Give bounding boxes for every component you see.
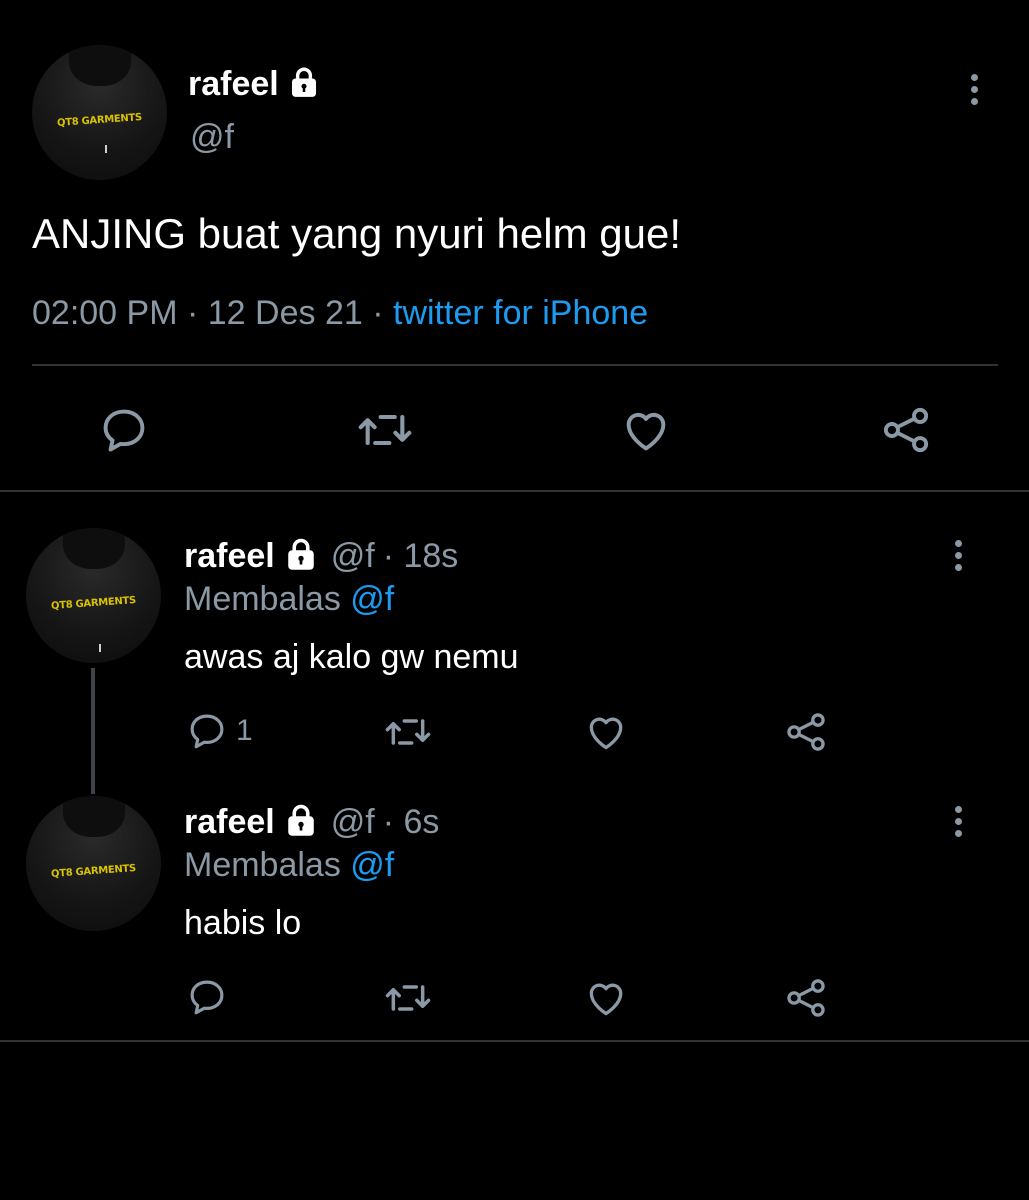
reply-header: rafeel @f · 6s	[184, 800, 439, 844]
reply-display-name[interactable]: rafeel	[184, 537, 275, 576]
replying-label: Membalas	[184, 846, 341, 884]
avatar-shirt-text: QT8 GARMENTS	[50, 595, 137, 613]
reply-icon[interactable]: 1	[186, 710, 253, 752]
tweet-meta: 02:00 PM · 12 Des 21 · twitter for iPhon…	[32, 294, 648, 333]
replying-to: Membalas @f	[184, 846, 394, 885]
retweet-icon[interactable]	[384, 976, 432, 1020]
heart-icon[interactable]	[584, 710, 628, 754]
tweet-date: 12 Des 21	[207, 294, 363, 332]
reply-age: · 18s	[382, 536, 459, 575]
reply-text: awas aj kalo gw nemu	[184, 638, 519, 676]
retweet-icon[interactable]	[356, 404, 414, 456]
author-handle[interactable]: @f	[190, 118, 234, 157]
replying-to-handle[interactable]: @f	[350, 846, 394, 884]
meta-separator: ·	[372, 294, 384, 332]
avatar-shirt-text: QT8 GARMENTS	[50, 863, 137, 881]
retweet-icon[interactable]	[384, 710, 432, 754]
reply-header: rafeel @f · 18s	[184, 534, 458, 578]
reply-handle[interactable]: @f	[331, 537, 375, 576]
author-display-name[interactable]: rafeel	[188, 65, 279, 104]
share-icon[interactable]	[784, 710, 828, 754]
section-divider	[0, 490, 1029, 492]
reply-icon[interactable]	[98, 404, 150, 456]
reply-count: 1	[236, 714, 253, 747]
share-icon[interactable]	[880, 404, 932, 456]
heart-icon[interactable]	[584, 976, 628, 1020]
tweet-time: 02:00 PM	[32, 294, 178, 332]
avatar-shirt-text: QT8 GARMENTS	[56, 112, 143, 130]
replying-label: Membalas	[184, 580, 341, 618]
more-options-icon[interactable]	[954, 806, 962, 842]
meta-separator: ·	[186, 294, 199, 332]
tweet-divider	[32, 364, 998, 366]
more-options-icon[interactable]	[954, 540, 962, 576]
replying-to-handle[interactable]: @f	[350, 580, 394, 618]
reply-age: · 6s	[382, 802, 440, 841]
tweet-text: ANJING buat yang nyuri helm gue!	[32, 210, 681, 257]
thread-line	[91, 668, 95, 794]
author-avatar[interactable]: QT8 GARMENTS	[32, 45, 167, 180]
lock-icon	[283, 802, 319, 843]
tweet-client-link[interactable]: twitter for iPhone	[393, 294, 648, 332]
reply-icon[interactable]	[186, 976, 228, 1018]
heart-icon[interactable]	[620, 404, 672, 456]
lock-icon	[287, 65, 321, 104]
reply-avatar[interactable]: QT8 GARMENTS	[26, 796, 161, 931]
section-divider	[0, 1040, 1029, 1042]
more-options-icon[interactable]	[970, 74, 978, 110]
reply-text: habis lo	[184, 904, 302, 942]
replying-to: Membalas @f	[184, 580, 394, 619]
lock-icon	[283, 536, 319, 577]
share-icon[interactable]	[784, 976, 828, 1020]
reply-display-name[interactable]: rafeel	[184, 803, 275, 842]
author-name-row: rafeel	[188, 62, 321, 106]
reply-avatar[interactable]: QT8 GARMENTS	[26, 528, 161, 663]
reply-handle[interactable]: @f	[331, 803, 375, 842]
